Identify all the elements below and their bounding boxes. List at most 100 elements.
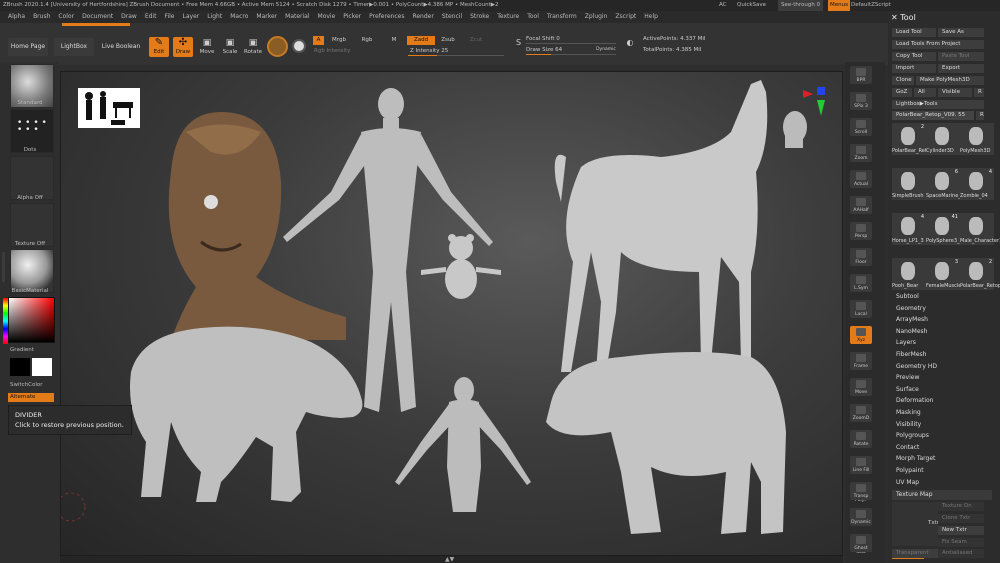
menu-texture[interactable]: Texture xyxy=(497,11,519,23)
z-intensity-slider[interactable]: Z Intensity 25 xyxy=(408,47,504,56)
subpalette-morph-target[interactable]: Morph Target xyxy=(896,453,935,464)
tool-thumbnail[interactable]: Cylinder3D xyxy=(926,123,960,155)
subpalette-fibermesh[interactable]: FiberMesh xyxy=(896,349,926,360)
shelf-local-button[interactable]: Local xyxy=(850,300,872,318)
menu-document[interactable]: Document xyxy=(82,11,113,23)
home-page-button[interactable]: Home Page xyxy=(8,38,48,56)
menu-brush[interactable]: Brush xyxy=(33,11,50,23)
load-tool-button[interactable]: Load Tool xyxy=(892,28,936,37)
shelf-l-sym-button[interactable]: L.Sym xyxy=(850,274,872,292)
menu-stencil[interactable]: Stencil xyxy=(442,11,462,23)
tool-thumbnail[interactable]: 41 PolySphere3_2 xyxy=(926,213,963,245)
shelf-ghost-button[interactable]: Ghost xyxy=(850,534,872,552)
subpalette-uv-map[interactable]: UV Map xyxy=(896,477,919,488)
shelf-move-button[interactable]: Move xyxy=(850,378,872,396)
document-canvas[interactable] xyxy=(60,71,843,556)
clone-button[interactable]: Clone xyxy=(892,76,914,85)
shelf-actual-button[interactable]: Actual xyxy=(850,170,872,188)
basic-material-icon[interactable] xyxy=(10,249,54,293)
tool-thumbnail[interactable]: 2 PolarBear_Retop xyxy=(960,258,1000,290)
shelf-frame-button[interactable]: Frame xyxy=(850,352,872,370)
brush-preview-icon[interactable] xyxy=(267,36,288,57)
see-through-slider[interactable]: See-through 0 xyxy=(778,0,824,11)
menu-edit[interactable]: Edit xyxy=(145,11,157,23)
menu-file[interactable]: File xyxy=(164,11,174,23)
settings-icon[interactable]: ✕ xyxy=(891,13,898,22)
expand-arrows-icon[interactable]: ▲▼ xyxy=(445,556,454,563)
zsub-button[interactable]: Zsub xyxy=(437,36,459,45)
all-button[interactable]: All xyxy=(914,88,936,97)
shelf-transp-button[interactable]: Transp xyxy=(850,482,872,500)
tool-thumbnail[interactable]: 4 Zombie_04 xyxy=(960,168,994,200)
subpalette-masking[interactable]: Masking xyxy=(896,407,921,418)
menu-picker[interactable]: Picker xyxy=(343,11,361,23)
tool-thumbnail[interactable]: 3 FemaleMuscleFo xyxy=(926,258,967,290)
subpalette-arraymesh[interactable]: ArrayMesh xyxy=(896,314,928,325)
texture-on-button[interactable]: Texture On xyxy=(938,502,984,511)
tool-thumbnail[interactable]: Male_Character1 xyxy=(960,213,1000,245)
shelf-line-fill-polyf-button[interactable]: Line Fill PolyF xyxy=(850,456,872,503)
menu-help[interactable]: Help xyxy=(644,11,658,23)
make-polymesh3d-button[interactable]: Make PolyMesh3D xyxy=(916,76,984,85)
menus-button[interactable]: Menus xyxy=(828,0,850,11)
tool-thumbnail[interactable]: 6 SpaceMarine_An xyxy=(926,168,967,200)
secondary-color-swatch[interactable] xyxy=(32,358,52,376)
lightbox-button[interactable]: LightBox xyxy=(54,38,94,56)
bottom-tray-divider[interactable]: ▲▼ xyxy=(60,556,843,563)
a-button[interactable]: A xyxy=(313,36,324,45)
rotate-button[interactable]: ▣ Rotate xyxy=(243,37,263,57)
shelf-bpr-button[interactable]: BPR xyxy=(850,66,872,84)
shelf-persp-button[interactable]: Persp xyxy=(850,222,872,240)
texture-thumbnail[interactable]: Txtr xyxy=(892,502,939,546)
menu-stroke[interactable]: Stroke xyxy=(470,11,489,23)
rgb-intensity-slider[interactable]: Rgb Intensity xyxy=(314,47,370,55)
mrgb-button[interactable]: Mrgb xyxy=(328,36,350,45)
scale-button[interactable]: ▣ Scale xyxy=(220,37,240,57)
shelf-spix-3-button[interactable]: SPix 3 xyxy=(850,92,872,110)
shelf-floor-button[interactable]: Floor xyxy=(850,248,872,266)
goz-r-button[interactable]: R xyxy=(974,88,984,97)
menu-marker[interactable]: Marker xyxy=(256,11,277,23)
fix-seam-button[interactable]: Fix Seam xyxy=(938,538,984,547)
load-tools-from-project-button[interactable]: Load Tools From Project xyxy=(892,40,984,49)
menu-light[interactable]: Light xyxy=(207,11,222,23)
subpalette-visibility[interactable]: Visibility xyxy=(896,419,921,430)
current-tool-slider[interactable]: PolarBear_Retop_V09. 55 xyxy=(892,111,974,120)
menu-macro[interactable]: Macro xyxy=(230,11,248,23)
subpalette-polypaint[interactable]: Polypaint xyxy=(896,465,924,476)
shelf-xyz-button[interactable]: Xyz xyxy=(850,326,872,344)
shelf-scroll-button[interactable]: Scroll xyxy=(850,118,872,136)
copy-tool-button[interactable]: Copy Tool xyxy=(892,52,936,61)
dynamic-button[interactable]: Dynamic xyxy=(594,46,618,54)
hue-strip[interactable] xyxy=(3,298,8,344)
draw-button[interactable]: ✣ Draw xyxy=(173,37,193,57)
menu-color[interactable]: Color xyxy=(58,11,74,23)
alpha-off-icon[interactable] xyxy=(10,156,54,200)
shelf-rotate-button[interactable]: Rotate xyxy=(850,430,872,448)
paste-tool-button[interactable]: Paste Tool xyxy=(938,52,984,61)
subpalette-layers[interactable]: Layers xyxy=(896,337,916,348)
switch-color-button[interactable]: SwitchColor xyxy=(10,382,66,388)
clone-txtr-button[interactable]: Clone Txtr xyxy=(938,514,984,523)
menu-movie[interactable]: Movie xyxy=(318,11,336,23)
menu-draw[interactable]: Draw xyxy=(121,11,137,23)
menu-transform[interactable]: Transform xyxy=(547,11,577,23)
subpalette-deformation[interactable]: Deformation xyxy=(896,395,933,406)
shelf-zoom-button[interactable]: Zoom xyxy=(850,144,872,162)
menu-material[interactable]: Material xyxy=(285,11,309,23)
save-as-button[interactable]: Save As xyxy=(938,28,984,37)
import-button[interactable]: Import xyxy=(892,64,936,73)
shelf-zoomd-button[interactable]: ZoomD xyxy=(850,404,872,422)
transparent-button[interactable]: Transparent xyxy=(892,549,938,558)
axis-gizmo-icon[interactable] xyxy=(803,87,825,116)
lightbox-tools-button[interactable]: Lightbox▶Tools xyxy=(892,100,984,109)
material-sphere-icon[interactable] xyxy=(292,39,306,53)
subpalette-contact[interactable]: Contact xyxy=(896,442,919,453)
menu-preferences[interactable]: Preferences xyxy=(369,11,404,23)
tool-thumbnail[interactable]: 2 PolarBear_Retop xyxy=(892,123,933,155)
shelf-aahalf-button[interactable]: AAHalf xyxy=(850,196,872,214)
tool-thumbnail[interactable]: PolyMesh3D xyxy=(960,123,994,155)
tool-thumbnail[interactable]: Pooh_Bear xyxy=(892,258,926,290)
live-boolean-button[interactable]: Live Boolean xyxy=(100,38,142,56)
menu-alpha[interactable]: Alpha xyxy=(8,11,25,23)
